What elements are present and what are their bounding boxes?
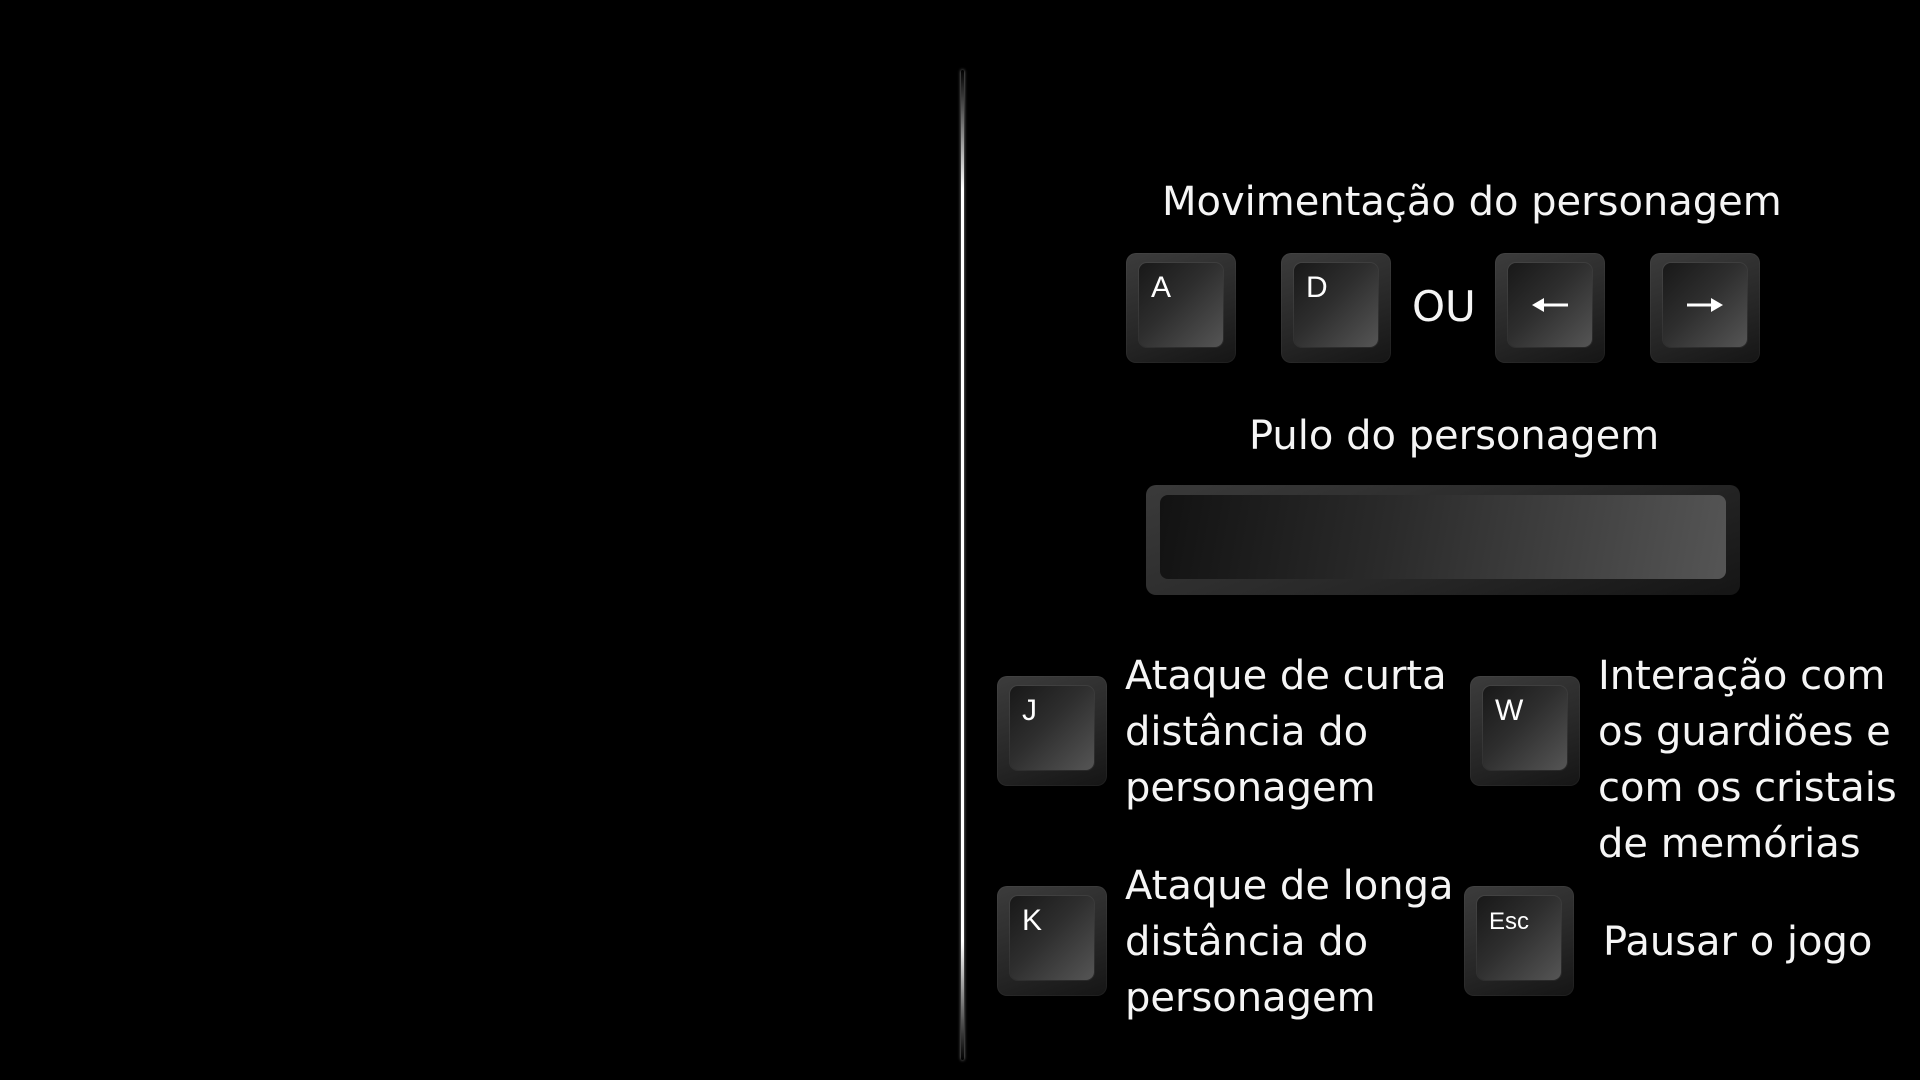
pause-line-1: Pausar o jogo bbox=[1603, 919, 1873, 965]
arrow-right-icon bbox=[1663, 263, 1747, 347]
long-attack-line-1: Ataque de longa bbox=[1125, 863, 1454, 909]
spacebar-cap bbox=[1160, 495, 1726, 579]
key-j-legend: J bbox=[1022, 694, 1037, 727]
interaction-line-3: com os cristais bbox=[1598, 765, 1897, 811]
interaction-line-4: de memórias bbox=[1598, 821, 1861, 867]
long-attack-line-3: personagem bbox=[1125, 975, 1376, 1021]
key-k-cap: K bbox=[1010, 896, 1094, 980]
key-d-cap: D bbox=[1294, 263, 1378, 347]
interaction-line-1: Interação com bbox=[1598, 653, 1886, 699]
key-esc-cap: Esc bbox=[1477, 896, 1561, 980]
key-esc-legend: Esc bbox=[1489, 908, 1530, 935]
key-arrow-right bbox=[1650, 253, 1760, 363]
short-attack-line-3: personagem bbox=[1125, 765, 1376, 811]
key-esc: Esc bbox=[1464, 886, 1574, 996]
key-d-legend: D bbox=[1306, 271, 1328, 304]
key-arrow-left-cap bbox=[1508, 263, 1592, 347]
short-attack-line-2: distância do bbox=[1125, 709, 1369, 755]
pause-description: Pausar o jogo bbox=[1603, 914, 1872, 970]
key-w-legend: W bbox=[1495, 694, 1524, 727]
key-k: K bbox=[997, 886, 1107, 996]
jump-title: Pulo do personagem bbox=[1249, 413, 1660, 459]
interaction-line-2: os guardiões e bbox=[1598, 709, 1891, 755]
key-a-cap: A bbox=[1139, 263, 1223, 347]
short-attack-description: Ataque de curta distância do personagem bbox=[1125, 648, 1447, 816]
key-k-legend: K bbox=[1022, 904, 1043, 937]
movement-title: Movimentação do personagem bbox=[1162, 179, 1782, 225]
key-arrow-left bbox=[1495, 253, 1605, 363]
key-j: J bbox=[997, 676, 1107, 786]
vertical-divider bbox=[961, 70, 964, 1060]
or-label: OU bbox=[1412, 282, 1476, 331]
controls-screen: Movimentação do personagem A D OU Pulo d… bbox=[0, 0, 1920, 1080]
key-d: D bbox=[1281, 253, 1391, 363]
interaction-description: Interação com os guardiões e com os cris… bbox=[1598, 648, 1897, 872]
key-w: W bbox=[1470, 676, 1580, 786]
key-a: A bbox=[1126, 253, 1236, 363]
key-arrow-right-cap bbox=[1663, 263, 1747, 347]
key-a-legend: A bbox=[1151, 271, 1172, 304]
spacebar-key bbox=[1146, 485, 1740, 595]
arrow-left-icon bbox=[1508, 263, 1592, 347]
key-j-cap: J bbox=[1010, 686, 1094, 770]
short-attack-line-1: Ataque de curta bbox=[1125, 653, 1447, 699]
long-attack-description: Ataque de longa distância do personagem bbox=[1125, 858, 1453, 1026]
long-attack-line-2: distância do bbox=[1125, 919, 1369, 965]
key-w-cap: W bbox=[1483, 686, 1567, 770]
